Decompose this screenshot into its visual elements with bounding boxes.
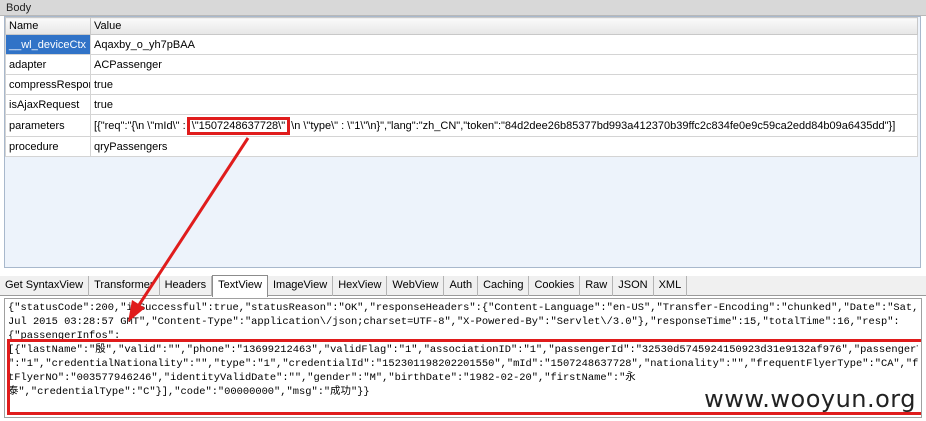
table-row[interactable]: compressRespon true xyxy=(5,74,918,95)
table-row[interactable]: __wl_deviceCtx Aqaxby_o_yh7pBAA xyxy=(5,34,918,55)
tab-webview[interactable]: WebView xyxy=(387,276,445,296)
param-value-prefix: [{"req":"{\n \"mId\" : xyxy=(94,119,186,132)
column-header-value[interactable]: Value xyxy=(90,17,918,35)
tab-raw[interactable]: Raw xyxy=(580,276,614,296)
response-line: Jul 2015 03:28:57 GMT","Content-Type":"a… xyxy=(8,316,900,328)
body-section-header: Body xyxy=(0,0,926,16)
response-line: tFlyerNO":"003577946246","identityValidD… xyxy=(8,372,636,384)
tab-hexview[interactable]: HexView xyxy=(333,276,388,296)
tab-xml[interactable]: XML xyxy=(654,276,688,296)
response-line: ":"1","credentialNationality":"","type":… xyxy=(8,358,918,370)
tab-headers[interactable]: Headers xyxy=(160,276,213,296)
response-line: {"statusCode":200,"isSuccessful":true,"s… xyxy=(8,302,918,314)
param-value[interactable]: ACPassenger xyxy=(90,54,918,75)
tab-auth[interactable]: Auth xyxy=(444,276,479,296)
table-row[interactable]: adapter ACPassenger xyxy=(5,54,918,75)
param-value[interactable]: [{"req":"{\n \"mId\" : \"1507248637728\" \… xyxy=(90,114,918,137)
param-name[interactable]: isAjaxRequest xyxy=(5,94,91,115)
tab-cookies[interactable]: Cookies xyxy=(529,276,581,296)
column-header-name[interactable]: Name xyxy=(5,17,91,35)
param-value[interactable]: true xyxy=(90,94,918,115)
tab-transformer[interactable]: Transformer xyxy=(89,276,160,296)
param-value-suffix: \n \"type\" : \"1\"\n}","lang":"zh_CN","… xyxy=(291,119,896,132)
parameters-table: Name Value __wl_deviceCtx Aqaxby_o_yh7pB… xyxy=(5,17,918,157)
param-value[interactable]: true xyxy=(90,74,918,95)
tab-imageview[interactable]: ImageView xyxy=(268,276,334,296)
table-row[interactable]: procedure qryPassengers xyxy=(5,136,918,157)
tab-get-syntaxview[interactable]: Get SyntaxView xyxy=(0,276,90,296)
param-value[interactable]: qryPassengers xyxy=(90,136,918,157)
tab-json[interactable]: JSON xyxy=(613,276,654,296)
tab-textview[interactable]: TextView xyxy=(212,275,268,297)
parameters-table-area: Name Value __wl_deviceCtx Aqaxby_o_yh7pB… xyxy=(4,16,921,268)
tab-caching[interactable]: Caching xyxy=(478,276,530,296)
param-value[interactable]: Aqaxby_o_yh7pBAA xyxy=(90,34,918,55)
highlighted-mid-value: \"1507248637728\" xyxy=(186,116,291,135)
watermark: www.wooyun.org xyxy=(704,385,916,413)
response-tabs: Get SyntaxView Transformer Headers TextV… xyxy=(0,275,926,297)
param-name[interactable]: compressRespon xyxy=(5,74,91,95)
param-name[interactable]: parameters xyxy=(5,114,91,137)
param-name[interactable]: procedure xyxy=(5,136,91,157)
table-row[interactable]: isAjaxRequest true xyxy=(5,94,918,115)
param-name[interactable]: adapter xyxy=(5,54,91,75)
response-line: {"passengerInfos": xyxy=(8,330,121,342)
param-name[interactable]: __wl_deviceCtx xyxy=(5,34,91,55)
response-line: [{"lastName":"殷","valid":"","phone":"136… xyxy=(8,344,918,356)
table-row[interactable]: parameters [{"req":"{\n \"mId\" : \"15072… xyxy=(5,114,918,137)
